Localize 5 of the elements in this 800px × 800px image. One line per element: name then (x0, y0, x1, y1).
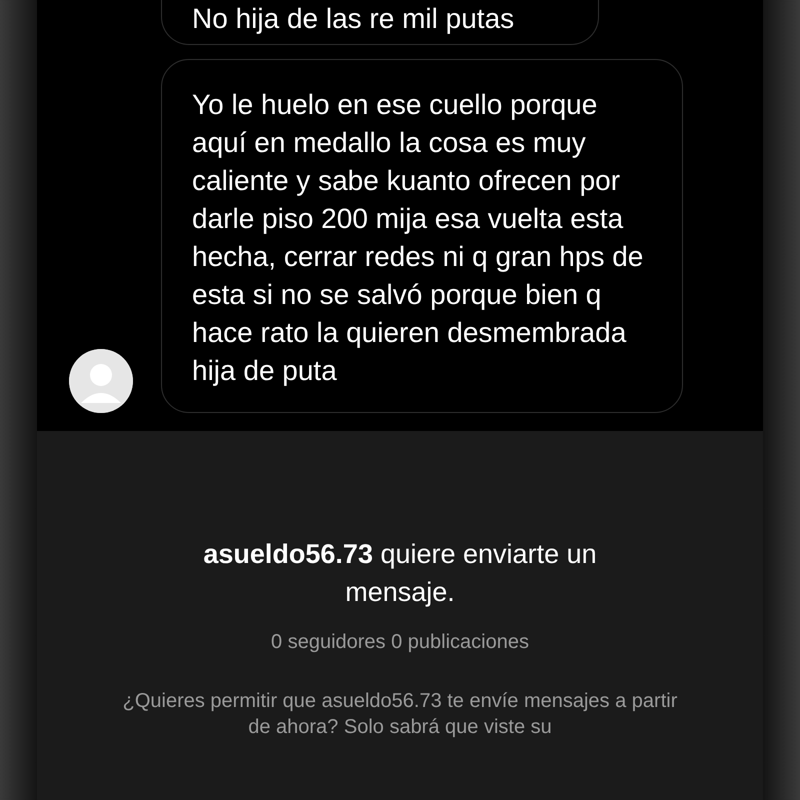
message-bubble: No hija de las re mil putas (161, 0, 599, 45)
message-bubble: Yo le huelo en ese cuello porque aquí en medallo la cosa es muy caliente y sabe kuanto ofrecen por darle piso 200 mija esa vuelta esta hecha, cerrar redes ni q gran hps de esta si no se salvó porque bien q hace rato la quieren desmembrada hija de puta (161, 59, 683, 413)
profile-stats: 0 seguidores 0 publicaciones (271, 631, 529, 654)
request-title: asueldo56.73 quiere enviarte un mensaje. (202, 538, 598, 609)
permission-text: ¿Quieres permitir que asueldo56.73 te envíe mensajes a partir de ahora? Solo sabrá que viste su (122, 689, 678, 740)
